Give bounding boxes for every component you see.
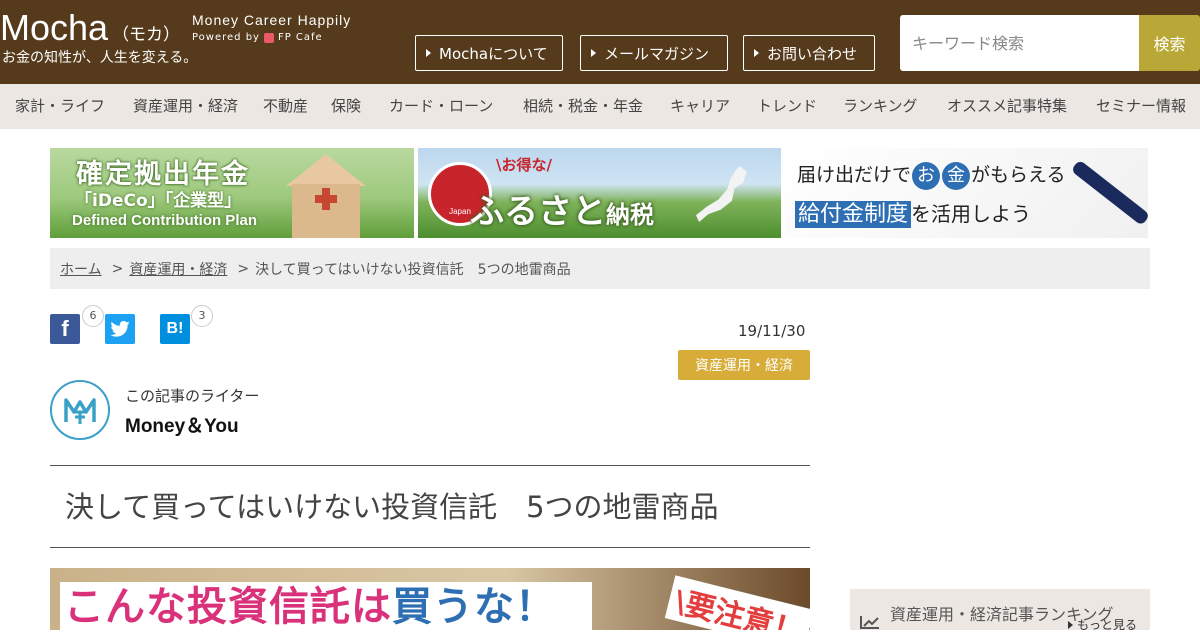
- writer-name[interactable]: Money＆You: [125, 411, 239, 438]
- kyufukin-banner[interactable]: 届け出だけでお金がもらえる 給付金制度 を活用しよう: [785, 148, 1148, 238]
- breadcrumb-current: 決して買ってはいけない投資信託 5つの地雷商品: [255, 261, 571, 278]
- logo-text[interactable]: Mocha: [0, 7, 108, 48]
- kyufukin-line2: 給付金制度 を活用しよう: [795, 196, 1031, 228]
- site-logo[interactable]: Mocha （モカ）: [0, 8, 180, 48]
- nav-item-trend[interactable]: トレンド: [757, 84, 817, 129]
- hero-headline: こんな投資信託は買うな！: [64, 582, 556, 630]
- powered-by-brand: FP Cafe: [277, 32, 323, 43]
- furusato-badge: \お得な/: [496, 156, 552, 174]
- contact-label: お問い合わせ: [767, 44, 858, 63]
- mail-magazine-label: メールマガジン: [604, 44, 710, 63]
- nav-item-career[interactable]: キャリア: [670, 84, 730, 129]
- arrow-right-icon: [591, 49, 596, 57]
- contact-button[interactable]: お問い合わせ: [743, 35, 875, 71]
- about-mocha-label: Mochaについて: [439, 44, 548, 63]
- trend-chart-icon: [860, 616, 879, 629]
- kyufukin-line1-b: がもらえる: [971, 164, 1066, 186]
- writer-avatar[interactable]: [50, 380, 110, 440]
- facebook-share-icon[interactable]: f: [50, 314, 80, 344]
- site-tagline: お金の知性が、人生を変える。: [2, 50, 198, 66]
- house-illustration: [286, 154, 366, 238]
- pen-icon: [1070, 159, 1148, 226]
- hatena-bookmark-icon[interactable]: B!: [160, 314, 190, 344]
- twitter-bird-icon: [110, 321, 130, 337]
- hero-caution-label: \要注意！: [664, 575, 810, 630]
- nav-item-card-loan[interactable]: カード・ローン: [389, 84, 493, 129]
- breadcrumb: ホーム > 資産運用・経済 > 決して買ってはいけない投資信託 5つの地雷商品: [50, 248, 1150, 289]
- breadcrumb-home[interactable]: ホーム: [60, 259, 102, 279]
- ideco-banner-subtitle: 「iDeCo」「企業型」: [75, 191, 242, 211]
- post-date: 19/11/30: [738, 322, 806, 340]
- nav-item-inheritance-tax-pension[interactable]: 相続・税金・年金: [523, 84, 643, 129]
- search-input[interactable]: [900, 15, 1140, 71]
- breadcrumb-category[interactable]: 資産運用・経済: [129, 259, 227, 279]
- article-hero-image: こんな投資信託は買うな！ \要注意！: [50, 568, 810, 630]
- money-and-you-logo-icon: [64, 398, 96, 424]
- arrow-right-icon: [426, 49, 431, 57]
- nav-item-household[interactable]: 家計・ライフ: [15, 84, 105, 129]
- about-mocha-button[interactable]: Mochaについて: [415, 35, 563, 71]
- nav-item-featured[interactable]: オススメ記事特集: [947, 84, 1067, 129]
- nav-item-insurance[interactable]: 保険: [331, 84, 361, 129]
- mail-magazine-button[interactable]: メールマガジン: [580, 35, 728, 71]
- nav-item-investment[interactable]: 資産運用・経済: [133, 84, 238, 129]
- sidebar-ranking-box: 資産運用・経済記事ランキング もっと見る: [850, 589, 1150, 633]
- nav-item-ranking[interactable]: ランキング: [843, 84, 918, 129]
- title-divider-top: [50, 465, 810, 466]
- brand-slogan: Money Career Happily: [192, 12, 352, 28]
- japan-map-icon: [696, 166, 747, 222]
- article-title: 決して買ってはいけない投資信託 5つの地雷商品: [65, 490, 719, 524]
- brand-block: Money Career Happily Powered by FP Cafe: [192, 12, 351, 43]
- title-divider-bottom: [50, 547, 810, 548]
- hatena-bookmark-count: 3: [191, 305, 213, 327]
- facebook-share-count: 6: [82, 305, 104, 327]
- category-badge[interactable]: 資産運用・経済: [678, 350, 810, 380]
- furusato-title-a: ふるさと: [470, 192, 606, 232]
- hero-headline-b: 買うな！: [392, 584, 556, 630]
- powered-by: Powered by FP Cafe: [192, 32, 351, 43]
- breadcrumb-separator: >: [237, 260, 250, 277]
- ranking-more-link[interactable]: もっと見る: [1068, 616, 1137, 633]
- logo-kana[interactable]: （モカ）: [112, 25, 180, 45]
- hero-headline-a: こんな投資信託は: [64, 584, 392, 630]
- category-nav: 家計・ライフ 資産運用・経済 不動産 保険 カード・ローン 相続・税金・年金 キ…: [0, 84, 1200, 129]
- kyufukin-circle-o: お: [912, 162, 941, 190]
- ideco-banner-english: Defined Contribution Plan: [72, 212, 257, 229]
- nav-item-real-estate[interactable]: 不動産: [263, 84, 308, 129]
- twitter-share-icon[interactable]: [105, 314, 135, 344]
- furusato-title: ふるさと納税: [470, 184, 654, 233]
- kyufukin-line2-text: を活用しよう: [911, 202, 1032, 226]
- furusato-nozei-banner[interactable]: Japan \お得な/ ふるさと納税: [418, 148, 781, 238]
- site-header: Mocha （モカ） お金の知性が、人生を変える。 Money Career Ha…: [0, 0, 1200, 84]
- kyufukin-line1: 届け出だけでお金がもらえる: [797, 160, 1065, 190]
- kyufukin-circle-kane: 金: [942, 162, 971, 190]
- search-button[interactable]: 検索: [1139, 15, 1200, 71]
- ideco-banner[interactable]: 確定拠出年金 「iDeCo」「企業型」 Defined Contribution…: [50, 148, 414, 238]
- writer-label: この記事のライター: [125, 387, 260, 405]
- kyufukin-line1-a: 届け出だけで: [797, 164, 912, 186]
- furusato-title-b: 納税: [606, 201, 654, 229]
- powered-by-label: Powered by: [192, 32, 260, 43]
- arrow-right-icon: [754, 49, 759, 57]
- fp-cafe-cup-icon: [263, 32, 274, 43]
- kyufukin-highlight: 給付金制度: [795, 201, 912, 228]
- breadcrumb-separator: >: [111, 260, 124, 277]
- nav-item-seminar[interactable]: セミナー情報: [1096, 84, 1186, 129]
